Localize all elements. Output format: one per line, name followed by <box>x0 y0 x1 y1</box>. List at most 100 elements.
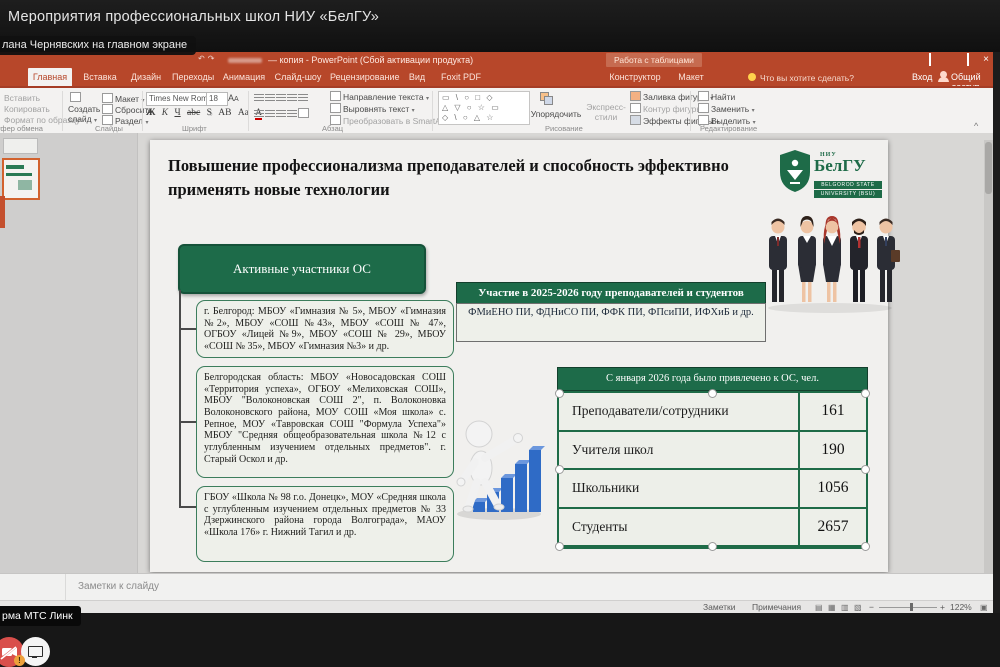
slide-thumbnail-pane[interactable] <box>0 133 138 600</box>
scrollbar-thumb[interactable] <box>985 142 992 194</box>
tab-animatsiya[interactable]: Анимация <box>222 68 266 86</box>
character-spacing-button[interactable]: АВ <box>218 108 231 118</box>
indent-decrease-icon <box>276 94 286 102</box>
align-right-icon <box>276 110 286 118</box>
copy-button[interactable]: Копировать <box>4 104 50 114</box>
bold-button[interactable]: Ж <box>146 108 155 118</box>
view-slideshow-icon[interactable]: ▧ <box>854 602 865 613</box>
shapes-row: ▭ \ ○ □ ◇ <box>442 93 526 103</box>
quick-styles-button-2[interactable]: стили <box>586 112 626 122</box>
view-reading-icon[interactable]: ▥ <box>841 602 852 613</box>
shapes-gallery[interactable]: ▭ \ ○ □ ◇ △ ▽ ○ ☆ ▭ ◇ \ ○ △ ☆ <box>438 91 530 125</box>
slide-thumbnail-partial[interactable] <box>3 138 38 154</box>
tab-foxit-pdf[interactable]: Foxit PDF <box>436 68 486 86</box>
tab-dizain[interactable]: Дизайн <box>128 68 164 86</box>
grow-shrink-font-buttons[interactable]: АА <box>228 93 239 103</box>
slide-thumbnail-selected[interactable] <box>2 158 40 200</box>
context-tab-group-label: Работа с таблицами <box>606 53 702 67</box>
connector-stub <box>179 421 196 423</box>
text-shadow-button[interactable]: S <box>207 108 212 118</box>
shape-outline-icon <box>630 103 641 113</box>
selection-handle[interactable] <box>555 465 564 474</box>
belgorod-region-box: Белгородская область: МБОУ «Новосадовска… <box>196 366 454 478</box>
ribbon-options-button[interactable] <box>922 53 938 67</box>
dropdown-icon: ▾ <box>426 96 429 102</box>
new-slide-button[interactable]: Создать <box>68 104 100 114</box>
zoom-out-button[interactable]: − <box>869 602 874 613</box>
font-name-select[interactable]: Times New Rom <box>146 92 208 106</box>
collapse-ribbon-button[interactable]: ^ <box>974 121 978 131</box>
view-sorter-icon[interactable]: ▦ <box>828 602 839 613</box>
strikethrough-button[interactable]: abc <box>187 108 200 118</box>
tab-slide-show[interactable]: Слайд-шоу <box>274 68 322 86</box>
tell-me-bulb-icon <box>748 73 756 81</box>
group-separator <box>142 91 143 131</box>
participation-body: ФМиЕНО ПИ, ФДНиСО ПИ, ФФК ПИ, ФПсиПИ, ИФ… <box>456 303 766 342</box>
belgu-shield-icon <box>780 150 810 192</box>
alignment-buttons[interactable] <box>254 108 311 119</box>
align-text-button[interactable]: Выровнять текст <box>343 104 409 114</box>
close-button[interactable]: × <box>978 53 994 67</box>
selection-handle[interactable] <box>555 389 564 398</box>
new-slide-icon <box>70 92 81 102</box>
view-normal-icon[interactable]: ▤ <box>815 602 826 613</box>
smartart-button[interactable]: Преобразовать в SmartArt <box>343 116 446 126</box>
paragraph-group-label: Абзац <box>322 124 343 133</box>
font-size-select[interactable]: 18 <box>206 92 228 106</box>
data-table[interactable]: Преподаватели/сотрудники 161 Учителя шко… <box>557 391 868 549</box>
mts-link-tooltip: рма МТС Линк <box>0 606 81 626</box>
tab-maket[interactable]: Макет <box>672 68 710 86</box>
tab-perekhody[interactable]: Переходы <box>172 68 214 86</box>
bullets-icon <box>254 94 264 102</box>
participation-header: Участие в 2025-2026 году преподавателей … <box>456 282 766 304</box>
slide-canvas[interactable]: Повышение профессионализма преподавателе… <box>150 140 888 572</box>
selection-handle[interactable] <box>708 542 717 551</box>
selection-handle[interactable] <box>861 389 870 398</box>
selection-handle[interactable] <box>861 465 870 474</box>
bullets-numbering-buttons[interactable] <box>254 93 309 103</box>
italic-button[interactable]: К <box>162 108 168 118</box>
belgu-logo: НИУ БелГУ BELGOROD STATE UNIVERSITY (BSU… <box>780 150 884 208</box>
tab-vid[interactable]: Вид <box>406 68 428 86</box>
arrange-button[interactable]: Упорядочить <box>530 109 582 119</box>
layout-button[interactable]: Макет <box>115 94 139 104</box>
notes-placeholder[interactable]: Заметки к слайду <box>78 581 159 592</box>
undo-icon[interactable]: ↶ <box>198 54 208 63</box>
shape-outline-button[interactable]: Контур фигуры <box>643 104 702 114</box>
other-cities-box: ГБОУ «Школа № 98 г.о. Донецк», МОУ «Сред… <box>196 486 454 562</box>
find-button[interactable]: Найти <box>711 92 735 102</box>
tab-glavnaya[interactable]: Главная <box>28 68 72 86</box>
fit-to-window-icon[interactable]: ▣ <box>980 602 991 613</box>
paste-button[interactable]: Вставить <box>4 93 40 103</box>
zoom-in-button[interactable]: + <box>940 602 945 613</box>
ribbon: Вставить Копировать Формат по образцу Бу… <box>0 86 1000 135</box>
restore-button[interactable] <box>960 53 976 67</box>
status-comments-button[interactable]: Примечания <box>752 602 801 613</box>
tell-me-search[interactable]: Что вы хотите сделать? <box>760 73 854 83</box>
new-slide-button-2[interactable]: слайд <box>68 114 92 124</box>
dropdown-icon: ▾ <box>145 120 148 126</box>
redo-icon[interactable]: ↷ <box>208 54 218 63</box>
dropdown-icon: ▾ <box>412 108 415 114</box>
status-bar: Заметки Примечания ▤ ▦ ▥ ▧ − + 122% ▣ <box>0 600 993 614</box>
replace-button[interactable]: Заменить <box>711 104 749 114</box>
screen-share-button[interactable] <box>21 637 50 666</box>
quick-access-toolbar[interactable]: ↶↷ <box>198 54 217 63</box>
group-separator <box>248 91 249 131</box>
selection-handle[interactable] <box>708 389 717 398</box>
zoom-slider-thumb[interactable] <box>910 603 913 611</box>
status-notes-button[interactable]: Заметки <box>703 602 736 613</box>
zoom-slider[interactable] <box>879 607 937 608</box>
quick-styles-button[interactable]: Экспресс- <box>586 102 626 112</box>
justify-icon <box>287 110 297 118</box>
selection-handle[interactable] <box>861 542 870 551</box>
tab-vstavka[interactable]: Вставка <box>80 68 120 86</box>
vertical-scrollbar[interactable] <box>984 140 993 573</box>
text-direction-button[interactable]: Направление текста <box>343 92 424 102</box>
sign-in-link[interactable]: Вход <box>912 72 932 82</box>
tab-konstruktor[interactable]: Конструктор <box>606 68 664 86</box>
underline-button[interactable]: Ч <box>174 108 180 118</box>
zoom-level[interactable]: 122% <box>950 602 972 613</box>
selection-handle[interactable] <box>555 542 564 551</box>
tab-retsenzirovanie[interactable]: Рецензирование <box>330 68 398 86</box>
